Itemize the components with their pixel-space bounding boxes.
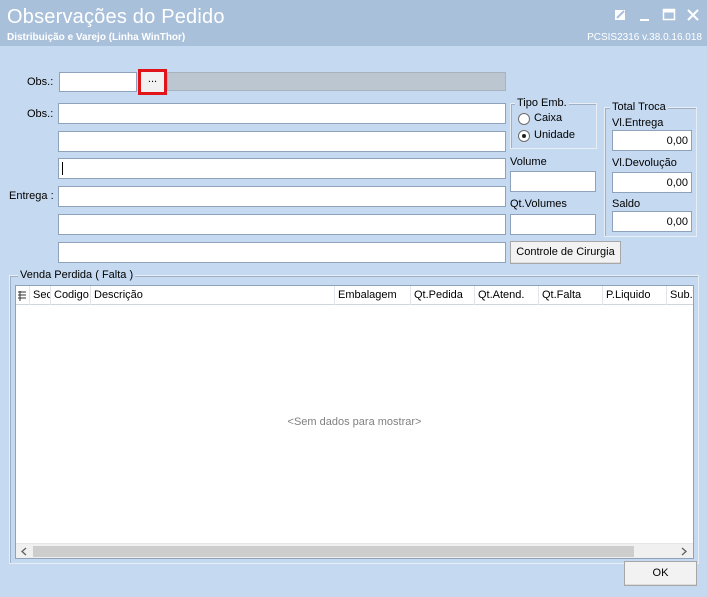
radio-indicator — [518, 113, 530, 125]
obs-code-input[interactable] — [59, 72, 137, 92]
vl-entrega-field[interactable] — [612, 130, 692, 151]
column-chooser-icon[interactable] — [16, 286, 29, 305]
maximize-icon[interactable] — [661, 7, 677, 23]
column-header-p-liquido[interactable]: P.Liquido — [602, 286, 666, 305]
column-header-descricao[interactable]: Descrição — [90, 286, 334, 305]
restore-icon[interactable] — [613, 7, 629, 23]
column-header-codigo[interactable]: Codigo — [50, 286, 90, 305]
column-header-sub-total[interactable]: Sub.T — [666, 286, 693, 305]
qt-volumes-input[interactable] — [510, 214, 596, 235]
obs-line-3[interactable] — [58, 158, 506, 179]
radio-unidade-label: Unidade — [534, 129, 575, 141]
grid-header: Sec Codigo Descrição Embalagem Qt.Pedida… — [16, 286, 693, 305]
horizontal-scrollbar[interactable] — [16, 543, 693, 558]
obs-line-4[interactable] — [58, 186, 506, 207]
column-header-qt-falta[interactable]: Qt.Falta — [538, 286, 602, 305]
scrollbar-thumb[interactable] — [33, 546, 634, 557]
dialog-body: Obs.: ... Obs.: Entrega : Tipo Emb. Caix… — [0, 46, 707, 597]
close-icon[interactable] — [685, 7, 701, 23]
radio-indicator-selected — [518, 130, 530, 142]
empty-grid-message: <Sem dados para mostrar> — [287, 416, 422, 428]
obs-line-1[interactable] — [58, 103, 506, 124]
obs-code-label: Obs.: — [27, 76, 54, 88]
program-version: PCSIS2316 v.38.0.16.018 — [587, 32, 702, 43]
text-cursor — [62, 162, 63, 175]
obs-line-2[interactable] — [58, 131, 506, 152]
controle-cirurgia-button[interactable]: Controle de Cirurgia — [510, 241, 621, 264]
radio-caixa-label: Caixa — [534, 112, 563, 124]
volume-label: Volume — [510, 156, 547, 168]
title-bar: Observações do Pedido Distribuição e Var… — [0, 0, 707, 46]
entrega-line-2[interactable] — [58, 242, 506, 263]
obs-lookup-button[interactable]: ... — [138, 69, 167, 95]
venda-perdida-grid[interactable]: Sec Codigo Descrição Embalagem Qt.Pedida… — [15, 285, 694, 559]
obs-description-field — [167, 72, 506, 91]
minimize-icon[interactable] — [637, 7, 653, 23]
obs-label: Obs.: — [27, 108, 54, 120]
entrega-label: Entrega : — [9, 190, 54, 202]
qt-volumes-label: Qt.Volumes — [510, 198, 567, 210]
column-header-qt-pedida[interactable]: Qt.Pedida — [410, 286, 474, 305]
saldo-field[interactable] — [612, 211, 692, 232]
column-header-qt-atend[interactable]: Qt.Atend. — [474, 286, 538, 305]
window-title: Observações do Pedido — [7, 6, 225, 28]
volume-input[interactable] — [510, 171, 596, 192]
window-controls — [613, 7, 703, 23]
window-subtitle: Distribuição e Varejo (Linha WinThor) — [7, 32, 186, 43]
vl-entrega-label: Vl.Entrega — [612, 117, 664, 129]
scroll-right-icon[interactable] — [678, 546, 689, 557]
ok-button[interactable]: OK — [624, 561, 697, 586]
saldo-label: Saldo — [612, 198, 641, 210]
total-troca-caption: Total Troca — [610, 101, 668, 113]
tipo-emb-caption: Tipo Emb. — [515, 97, 569, 109]
vl-devolucao-label: Vl.Devolução — [612, 157, 677, 169]
venda-perdida-caption: Venda Perdida ( Falta ) — [18, 269, 136, 281]
column-header-sec[interactable]: Sec — [29, 286, 50, 305]
vl-devolucao-field[interactable] — [612, 172, 692, 193]
entrega-line-1[interactable] — [58, 214, 506, 235]
column-header-embalagem[interactable]: Embalagem — [334, 286, 410, 305]
scroll-left-icon[interactable] — [19, 546, 30, 557]
tipo-emb-group — [510, 103, 597, 149]
